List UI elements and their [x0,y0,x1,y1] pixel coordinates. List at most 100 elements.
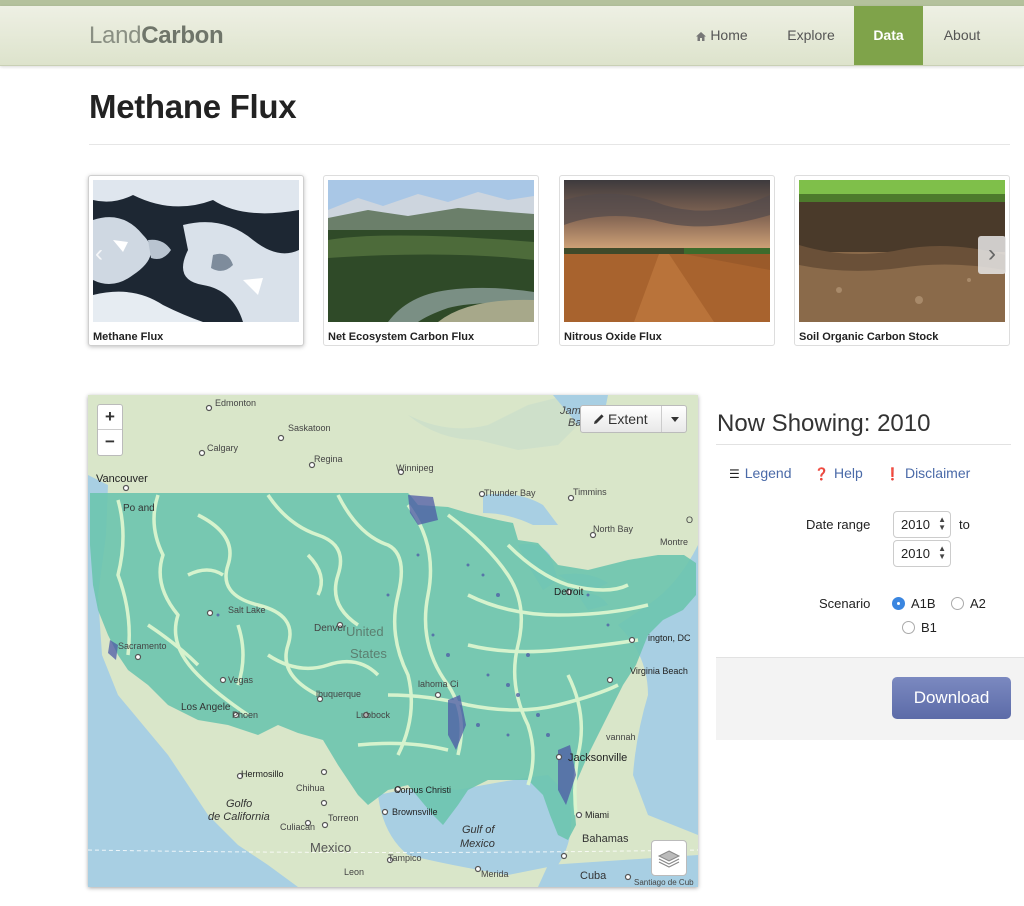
to-label: to [959,517,970,532]
scenario-b1-label: B1 [921,620,937,635]
map-label-santiago: Santiago de Cub [634,878,694,887]
map-label-winnipeg: Winnipeg [396,463,434,473]
scenario-a2-label: A2 [970,596,986,611]
scenario-label: Scenario [819,596,871,611]
panel-divider [716,444,1011,445]
map-label-culiacan: Culiacan [280,822,315,832]
question-icon: ❓ [814,467,829,481]
home-icon [696,32,707,41]
map-label-virginia-beach: Virginia Beach [630,666,688,676]
map-label-timmins: Timmins [573,487,607,497]
legend-label: Legend [744,465,792,481]
map-label-thunder-bay: Thunder Bay [484,488,536,498]
map-label-albuquerque: lbuquerque [316,689,361,699]
download-button[interactable]: Download [892,677,1011,719]
map-label-hermosillo: Hermosillo [241,769,284,779]
extent-divider [661,406,662,432]
disclaimer-link[interactable]: ❗ Disclaimer [885,465,970,481]
map-label-gulf: Gulf of [462,824,495,836]
date-to-value: 2010 [901,546,930,561]
chevron-down-icon[interactable] [671,417,679,422]
carousel-prev-button[interactable]: ‹ [95,240,115,270]
nav-home[interactable]: Home [688,6,756,65]
map-canvas[interactable]: Edmonton Saskatoon Calgary Regina Winnip… [88,395,698,887]
spinner-icon: ▲ ▼ [938,515,946,532]
map-label-sacramento: Sacramento [118,641,167,651]
map-label-lubbock: Lubbock [356,710,391,720]
date-range-label: Date range [806,517,871,532]
now-showing-title: Now Showing: 2010 [717,410,931,437]
brand-logo[interactable]: LandCarbon [89,22,224,50]
layers-button[interactable] [651,840,687,876]
map-label-de-california: de California [208,811,270,823]
carousel-next-button[interactable]: › [978,236,1006,274]
date-from-value: 2010 [901,517,930,532]
layers-icon [657,850,681,868]
scenario-a1b-radio[interactable] [892,597,905,610]
map-label-tampico: Tampico [388,853,422,863]
nav-explore[interactable]: Explore [776,6,846,65]
map-label-cuba: Cuba [580,870,607,882]
map-label-bahamas: Bahamas [582,833,629,845]
spinner-icon: ▲ ▼ [938,544,946,561]
help-label: Help [833,465,863,481]
carousel-item-nitrous-oxide-flux[interactable]: Nitrous Oxide Flux [559,175,775,346]
map-label-north-bay: North Bay [593,524,634,534]
map-label-vancouver: Vancouver [96,473,148,485]
carousel-caption: Net Ecosystem Carbon Flux [328,331,475,343]
scenario-b1-radio[interactable] [902,621,915,634]
map-label-mexico: Mexico [310,840,351,855]
map-label-washington: ington, DC [648,633,691,643]
title-divider [89,144,1010,145]
scenario-a1b-label: A1B [911,596,936,611]
map-view[interactable]: Edmonton Saskatoon Calgary Regina Winnip… [88,395,698,887]
disclaimer-label: Disclaimer [904,465,971,481]
carousel-caption: Soil Organic Carbon Stock [799,331,939,343]
extent-text: Extent [608,411,648,427]
nav-about[interactable]: About [930,6,994,65]
date-from-select[interactable]: 2010 ▲ ▼ [893,511,951,538]
map-label-leon: Leon [344,867,364,877]
map-label-jacksonville: Jacksonville [568,752,627,764]
zoom-in-button[interactable]: + [98,405,122,430]
navbar: LandCarbon Home Explore Data About [0,6,1024,66]
map-label-calgary: Calgary [207,443,239,453]
map-label-states: States [350,646,387,661]
map-label-united: United [346,624,384,639]
carousel-caption: Methane Flux [93,331,164,343]
map-label-ottawa: O [686,515,693,525]
brand-bold: Carbon [141,22,224,49]
soil-organic-image [799,180,1005,322]
map-label-montreal: Montre [660,537,688,547]
carousel-item-net-ecosystem-carbon-flux[interactable]: Net Ecosystem Carbon Flux [323,175,539,346]
map-label-oklahoma: lahoma Ci [418,679,459,689]
pencil-icon [594,414,604,424]
map-label-chihuahua: Chihua [296,783,325,793]
carousel-item-methane-flux[interactable]: Methane Flux [88,175,304,346]
help-link[interactable]: ❓ Help [814,465,863,481]
map-label-saskatoon: Saskatoon [288,423,331,433]
scenario-a2-radio[interactable] [951,597,964,610]
map-label-golfo: Golfo [226,798,252,810]
map-label-brownsville: Brownsville [392,807,438,817]
extent-button[interactable]: Extent [580,405,687,433]
zoom-out-button[interactable]: − [98,430,122,455]
map-label-regina: Regina [314,454,343,464]
legend-link[interactable]: ☰ Legend [729,465,791,481]
map-label-detroit: Detroit [554,587,584,598]
date-to-select[interactable]: 2010 ▲ ▼ [893,540,951,567]
map-label-merida: Merida [481,869,509,879]
methane-flux-image [93,180,299,322]
map-label-torreon: Torreon [328,813,359,823]
exclamation-icon: ❗ [885,467,900,481]
map-label-james: Jam [559,405,581,417]
nitrous-oxide-image [564,180,770,322]
extent-label: Extent [593,411,648,427]
map-label-miami: Miami [585,810,609,820]
nav-data[interactable]: Data [854,6,923,65]
list-icon: ☰ [729,467,740,481]
map-label-edmonton: Edmonton [215,398,256,408]
map-label-mexico-gulf: Mexico [460,838,495,850]
zoom-control: + − [97,404,123,456]
map-label-savannah: vannah [606,732,636,742]
